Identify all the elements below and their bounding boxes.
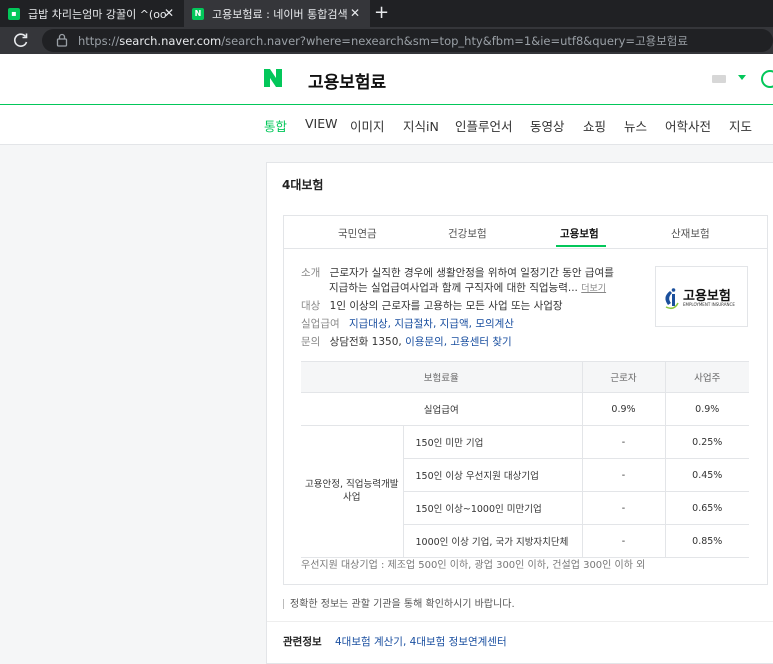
employer-rate: 0.25% <box>664 425 749 459</box>
search-nav: 통합 VIEW 이미지 지식iN 인플루언서 동영상 쇼핑 뉴스 어학사전 지도 <box>0 105 773 145</box>
label-target: 대상 <box>301 300 321 312</box>
blog-favicon-icon: ▪ <box>8 7 20 20</box>
naver-logo-icon[interactable] <box>263 68 283 88</box>
link-find-center[interactable]: 고용센터 찾기 <box>450 336 511 348</box>
row-label: 1000인 이상 기업, 국가 지방자치단체 <box>402 524 582 558</box>
lock-icon[interactable] <box>56 33 68 47</box>
nav-tab-news[interactable]: 뉴스 <box>624 116 647 135</box>
intro-line-2: 지급하는 실업급여사업과 함께 구직자에 대한 직업능력... 더보기 <box>329 280 606 295</box>
target-text: 1인 이상의 근로자를 고용하는 모든 사업 또는 사업장 <box>329 300 563 312</box>
url-path: /search.naver?where=nexearch&sm=top_hty&… <box>221 34 688 48</box>
intro-line-1: 소개 근로자가 실직한 경우에 생활안정을 위하여 일정기간 동안 급여를 <box>301 265 614 280</box>
dropdown-arrow-icon[interactable] <box>738 75 746 80</box>
related-label: 관련정보 <box>283 636 322 648</box>
employment-insurance-logo: 고용보험 EMPLOYMENT INSURANCE <box>655 266 748 327</box>
table-row: 고용안정, 직업능력개발사업 150인 미만 기업 - 0.25% <box>301 425 749 558</box>
link-procedure[interactable]: 지급절차 <box>394 318 433 330</box>
table-note: 우선지원 대상기업 : 제조업 500인 이하, 광업 300인 이하, 건설업… <box>301 560 646 571</box>
close-tab-icon[interactable]: ✕ <box>350 6 360 20</box>
disclaimer-bar <box>283 599 284 609</box>
browser-tab-blog[interactable]: ▪ 급밥 차리는엄마 강꿀이 ^(oo)^( ✕ <box>0 0 184 27</box>
link-amount[interactable]: 지급액 <box>440 318 469 330</box>
link-eligibility[interactable]: 지급대상 <box>349 318 388 330</box>
address-bar: https://search.naver.com/search.naver?wh… <box>0 27 773 54</box>
browser-tab-bar: ▪ 급밥 차리는엄마 강꿀이 ^(oo)^( ✕ N 고용보험료 : 네이버 통… <box>0 0 773 27</box>
url-scheme: https:// <box>78 34 120 48</box>
disclaimer-text: 정확한 정보는 관할 기관을 통해 확인하시기 바랍니다. <box>290 599 515 610</box>
nav-tab-dictionary[interactable]: 어학사전 <box>665 116 711 135</box>
related-info: 관련정보 4대보험 계산기, 4대보험 정보연계센터 <box>283 636 507 648</box>
insurance-tab-row: 국민연금 건강보험 고용보험 산재보험 <box>284 216 767 249</box>
keyboard-icon[interactable] <box>712 75 726 83</box>
active-tab-underline <box>556 245 606 247</box>
header-employer: 사업주 <box>664 361 749 393</box>
worker-rate: - <box>581 524 665 558</box>
row-label: 150인 이상 우선지원 대상기업 <box>402 458 582 492</box>
reload-icon[interactable] <box>12 31 30 49</box>
nav-tab-influencer[interactable]: 인플루언서 <box>455 116 513 135</box>
label-contact: 문의 <box>301 336 321 348</box>
logo-subtext: EMPLOYMENT INSURANCE <box>683 302 735 307</box>
nav-tab-map[interactable]: 지도 <box>729 116 752 135</box>
insurance-card: 4대보험 국민연금 건강보험 고용보험 산재보험 소개 근로자가 실직한 경우에… <box>266 162 773 664</box>
employer-rate: 0.45% <box>664 458 749 492</box>
worker-rate: - <box>581 425 665 459</box>
table-header-row: 보험료율 근로자 사업주 <box>301 361 749 393</box>
rates-table: 보험료율 근로자 사업주 실업급여 0.9% 0.9% 고용안정, 직업능력개발… <box>301 361 749 558</box>
target-line: 대상 1인 이상의 근로자를 고용하는 모든 사업 또는 사업장 <box>301 298 563 313</box>
link-calculator[interactable]: 4대보험 계산기 <box>335 636 403 648</box>
header-worker: 근로자 <box>581 361 665 393</box>
header-rate: 보험료율 <box>301 361 582 393</box>
browser-tab-naver[interactable]: N 고용보험료 : 네이버 통합검색 ✕ <box>184 0 370 27</box>
tab-national-pension[interactable]: 국민연금 <box>338 226 377 241</box>
contact-text: 상담전화 1350, <box>329 336 402 348</box>
link-simulation[interactable]: 모의계산 <box>475 318 514 330</box>
row-label: 실업급여 <box>301 392 582 426</box>
nav-tab-video[interactable]: 동영상 <box>530 116 565 135</box>
contact-line: 문의 상담전화 1350, 이용문의, 고용센터 찾기 <box>301 336 512 348</box>
new-tab-icon[interactable]: + <box>374 2 389 23</box>
intro-text-1: 근로자가 실직한 경우에 생활안정을 위하여 일정기간 동안 급여를 <box>329 267 614 279</box>
more-link[interactable]: 더보기 <box>581 284 606 294</box>
label-intro: 소개 <box>301 267 321 279</box>
tab-title: 고용보험료 : 네이버 통합검색 <box>212 7 348 21</box>
nav-tab-shopping[interactable]: 쇼핑 <box>583 116 606 135</box>
link-info-center[interactable]: 4대보험 정보연계센터 <box>410 636 507 648</box>
url-field[interactable]: https://search.naver.com/search.naver?wh… <box>42 29 773 52</box>
group-label: 고용안정, 직업능력개발사업 <box>301 425 403 558</box>
worker-rate: - <box>581 491 665 525</box>
row-label: 150인 이상~1000인 미만기업 <box>402 491 582 525</box>
employer-rate: 0.9% <box>664 392 749 426</box>
card-title: 4대보험 <box>282 178 324 192</box>
naver-header: 고용보험료 <box>0 54 773 105</box>
tab-health-insurance[interactable]: 건강보험 <box>448 226 487 241</box>
link-inquiry[interactable]: 이용문의 <box>405 336 444 348</box>
close-tab-icon[interactable]: ✕ <box>164 6 174 20</box>
tab-employment-insurance[interactable]: 고용보험 <box>560 226 599 241</box>
search-query[interactable]: 고용보험료 <box>308 68 386 93</box>
url-text: https://search.naver.com/search.naver?wh… <box>78 33 688 49</box>
table-row: 실업급여 0.9% 0.9% <box>301 392 749 426</box>
row-label: 150인 미만 기업 <box>402 425 582 459</box>
nav-tab-all[interactable]: 통합 <box>264 116 287 135</box>
nav-tab-view[interactable]: VIEW <box>305 116 338 131</box>
search-icon[interactable] <box>761 70 773 88</box>
disclaimer: 정확한 정보는 관할 기관을 통해 확인하시기 바랍니다. <box>283 595 515 610</box>
tab-industrial-insurance[interactable]: 산재보험 <box>671 226 710 241</box>
worker-rate: 0.9% <box>581 392 665 426</box>
url-host: search.naver.com <box>119 34 222 48</box>
nav-tab-images[interactable]: 이미지 <box>350 116 385 135</box>
benefit-line: 실업급여 지급대상, 지급절차, 지급액, 모의계산 <box>301 318 514 330</box>
insurance-tabs-panel: 국민연금 건강보험 고용보험 산재보험 소개 근로자가 실직한 경우에 생활안정… <box>283 215 768 585</box>
nav-tab-kin[interactable]: 지식iN <box>403 116 439 135</box>
label-benefit: 실업급여 <box>301 318 340 330</box>
related-divider <box>267 621 773 622</box>
worker-rate: - <box>581 458 665 492</box>
tab-title: 급밥 차리는엄마 강꿀이 ^(oo)^( <box>28 7 166 21</box>
intro-text-2: 지급하는 실업급여사업과 함께 구직자에 대한 직업능력... <box>329 282 578 294</box>
employer-rate: 0.65% <box>664 491 749 525</box>
employer-rate: 0.85% <box>664 524 749 558</box>
naver-favicon-icon: N <box>192 7 204 20</box>
